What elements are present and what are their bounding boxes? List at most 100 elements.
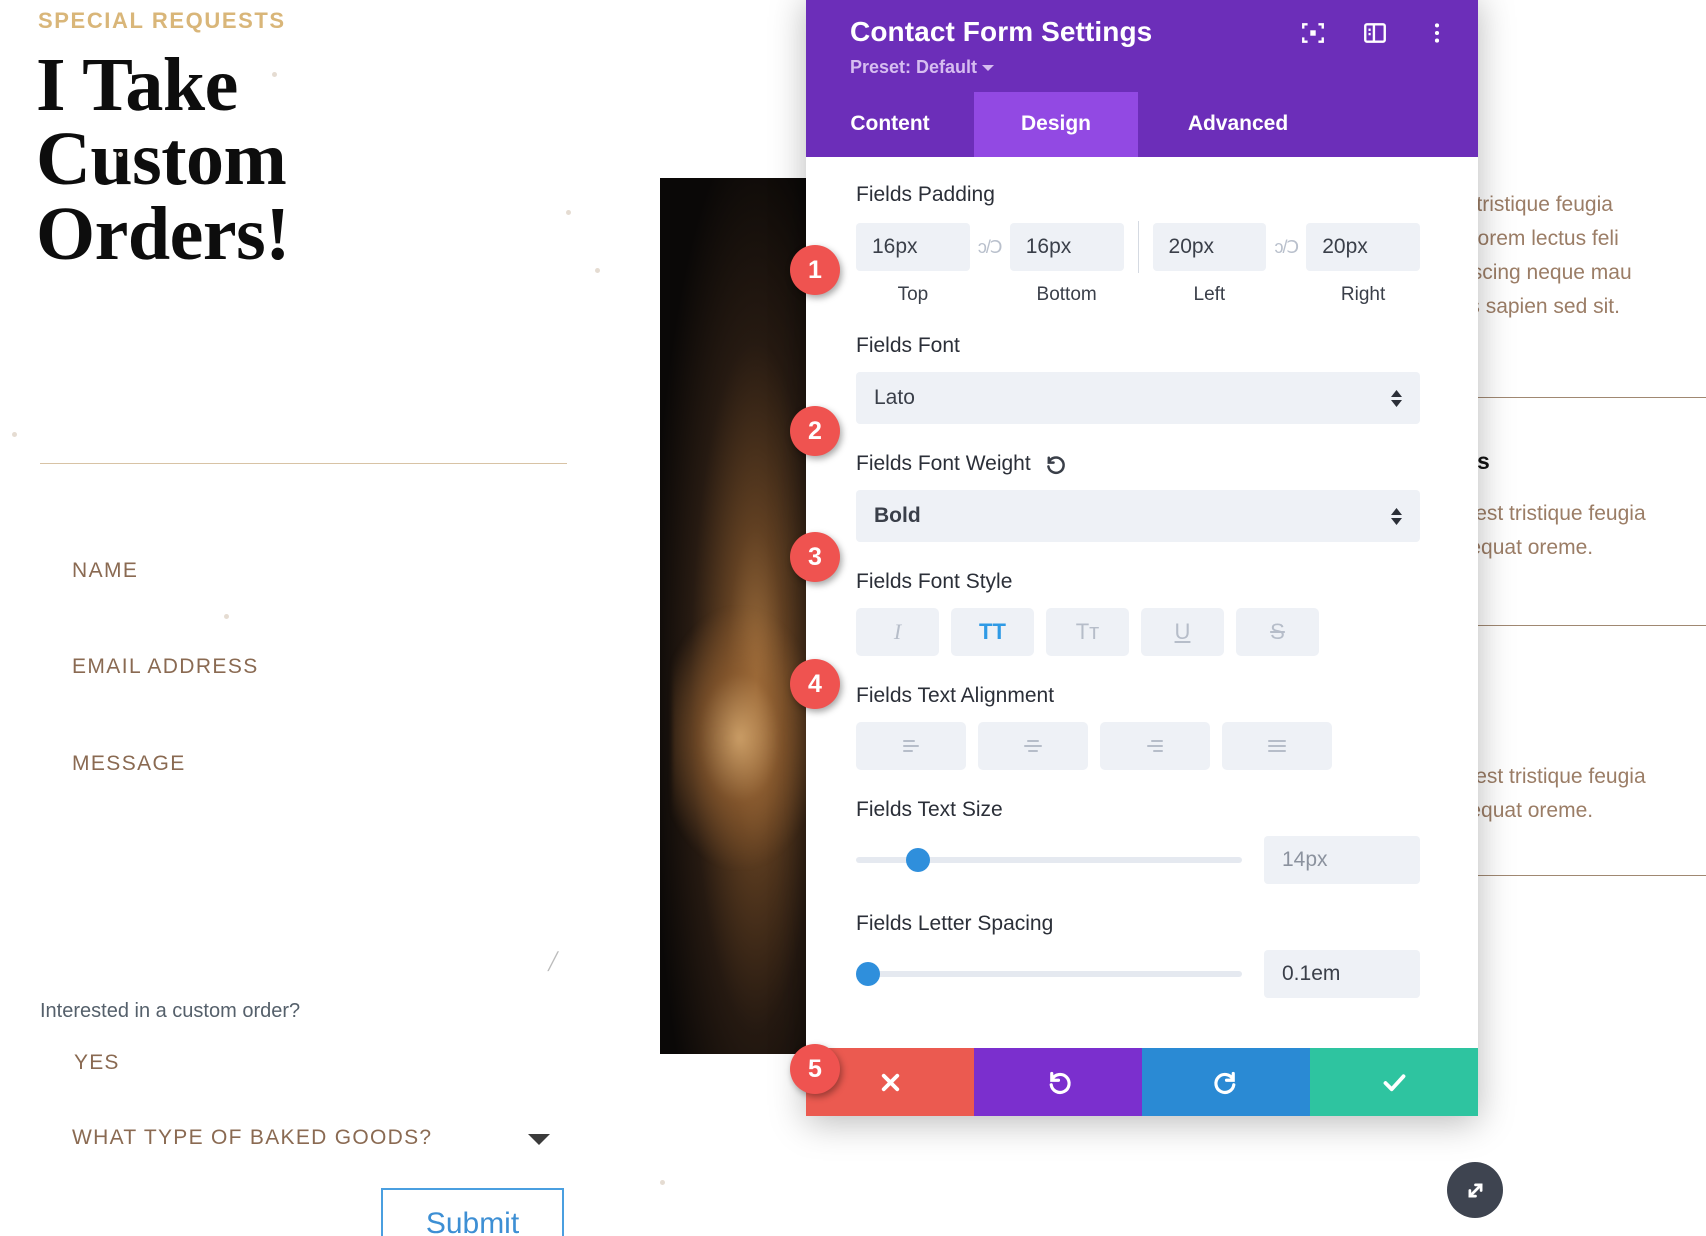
fields-letter-spacing-slider[interactable]: [856, 962, 1242, 986]
fields-font-weight-value: Bold: [874, 504, 921, 527]
fields-text-size-label: Fields Text Size: [856, 798, 1003, 821]
yes-checkbox-label[interactable]: YES: [74, 1051, 120, 1075]
save-button[interactable]: [1310, 1048, 1478, 1116]
setting-fields-text-alignment: Fields Text Alignment: [856, 684, 1420, 770]
sort-arrows-icon: [1391, 389, 1402, 407]
setting-fields-font: Fields Font Lato: [856, 334, 1420, 424]
fields-font-value: Lato: [874, 386, 915, 409]
link-values-icon[interactable]: ↄ/Ↄ: [970, 237, 1010, 258]
align-justify-button[interactable]: [1222, 722, 1332, 770]
padding-right-caption: Right: [1340, 284, 1386, 305]
fields-text-size-slider[interactable]: [856, 848, 1242, 872]
small-caps-button[interactable]: Tᴛ: [1046, 608, 1129, 656]
tab-content[interactable]: Content: [806, 92, 974, 157]
fields-font-style-label: Fields Font Style: [856, 570, 1013, 593]
fields-letter-spacing-value[interactable]: 0.1em: [1264, 950, 1420, 998]
align-left-button[interactable]: [856, 722, 966, 770]
padding-left-input[interactable]: 20px: [1152, 223, 1267, 271]
email-field-label: EMAIL ADDRESS: [72, 655, 259, 678]
reset-icon[interactable]: [1044, 453, 1067, 476]
align-left-icon: [903, 740, 919, 752]
align-right-icon: [1147, 740, 1163, 752]
strikethrough-button[interactable]: S: [1236, 608, 1319, 656]
fields-text-alignment-label: Fields Text Alignment: [856, 684, 1055, 707]
undo-icon: [1049, 1071, 1071, 1094]
tab-design[interactable]: Design: [974, 92, 1138, 157]
padding-top-input[interactable]: 16px: [856, 223, 970, 271]
page-title: I Take Custom Orders!: [36, 43, 290, 276]
callout-3: 3: [790, 532, 840, 582]
bakery-photo: [660, 178, 820, 1054]
fields-padding-captions: Top Bottom Left Right: [856, 284, 1420, 306]
decorative-speck: [660, 1180, 665, 1185]
fields-font-weight-label-row: Fields Font Weight: [856, 452, 1420, 476]
tab-advanced[interactable]: Advanced: [1138, 92, 1338, 157]
align-right-button[interactable]: [1100, 722, 1210, 770]
callout-4: 4: [790, 659, 840, 709]
decorative-speck: [118, 152, 123, 157]
italic-button[interactable]: I: [856, 608, 939, 656]
modal-header-icons: [1300, 20, 1450, 46]
screenshot-root: SPECIAL REQUESTS I Take Custom Orders! N…: [0, 0, 1706, 1236]
layout-columns-icon[interactable]: [1362, 20, 1388, 46]
padding-right-input[interactable]: 20px: [1306, 223, 1421, 271]
small-caps-icon: Tᴛ: [1075, 619, 1100, 644]
submit-button[interactable]: Submit: [381, 1188, 564, 1236]
decorative-speck: [272, 72, 277, 77]
preset-selector[interactable]: Preset: Default: [850, 57, 1452, 78]
font-style-buttons: I TT Tᴛ U S: [856, 608, 1420, 656]
setting-fields-padding: Fields Padding 16px ↄ/Ↄ 16px 20px ↄ/Ↄ 20…: [856, 183, 1421, 306]
check-icon: [1383, 1073, 1405, 1091]
padding-bottom-input[interactable]: 16px: [1009, 223, 1124, 271]
decorative-speck: [224, 614, 229, 619]
chevron-down-icon[interactable]: [528, 1134, 550, 1145]
fields-font-select[interactable]: Lato: [856, 372, 1420, 424]
padding-divider: [1137, 221, 1139, 273]
preset-label: Preset: Default: [850, 57, 978, 77]
redo-button[interactable]: [1142, 1048, 1310, 1116]
sort-arrows-icon: [1391, 507, 1402, 525]
link-values-icon[interactable]: ↄ/Ↄ: [1266, 237, 1306, 258]
redo-icon: [1213, 1071, 1235, 1094]
baked-goods-select[interactable]: WHAT TYPE OF BAKED GOODS?: [72, 1126, 432, 1150]
contact-form-settings-modal: Contact Form Settings Preset: Default Co…: [806, 0, 1478, 1116]
close-icon: [881, 1073, 899, 1091]
fullscreen-icon[interactable]: [1300, 20, 1326, 46]
fields-letter-spacing-label: Fields Letter Spacing: [856, 912, 1054, 935]
setting-fields-font-style: Fields Font Style I TT Tᴛ U S: [856, 570, 1420, 656]
underline-icon: U: [1174, 619, 1191, 644]
text-alignment-buttons: [856, 722, 1420, 770]
message-field-label: MESSAGE: [72, 752, 186, 775]
padding-top-caption: Top: [897, 284, 929, 305]
undo-button[interactable]: [974, 1048, 1142, 1116]
fields-letter-spacing-row: 0.1em: [856, 950, 1420, 998]
underline-button[interactable]: U: [1141, 608, 1224, 656]
modal-tabs: Content Design Advanced: [806, 92, 1478, 157]
page-eyebrow: SPECIAL REQUESTS: [38, 8, 286, 33]
modal-header: Contact Form Settings Preset: Default: [806, 0, 1478, 92]
textarea-resize-grip[interactable]: ╱: [548, 952, 558, 972]
fields-font-weight-label: Fields Font Weight: [856, 452, 1031, 475]
fields-font-weight-select[interactable]: Bold: [856, 490, 1420, 542]
decorative-speck: [595, 268, 600, 273]
callout-1: 1: [790, 245, 840, 295]
align-center-button[interactable]: [978, 722, 1088, 770]
setting-fields-font-weight: Fields Font Weight Bold: [856, 452, 1420, 542]
fields-padding-inputs: 16px ↄ/Ↄ 16px 20px ↄ/Ↄ 20px: [856, 221, 1421, 273]
align-justify-icon: [1268, 740, 1286, 752]
decorative-speck: [566, 210, 571, 215]
fields-text-size-value[interactable]: 14px: [1264, 836, 1420, 884]
setting-fields-text-size: Fields Text Size 14px: [856, 798, 1420, 884]
modal-resize-handle[interactable]: [1447, 1162, 1503, 1218]
callout-2: 2: [790, 406, 840, 456]
slider-knob[interactable]: [856, 962, 880, 986]
more-options-icon[interactable]: [1424, 20, 1450, 46]
resize-arrows-icon: [1468, 1183, 1482, 1197]
fields-font-label: Fields Font: [856, 334, 960, 357]
uppercase-button[interactable]: TT: [951, 608, 1034, 656]
setting-fields-letter-spacing: Fields Letter Spacing 0.1em: [856, 912, 1420, 998]
slider-knob[interactable]: [906, 848, 931, 872]
